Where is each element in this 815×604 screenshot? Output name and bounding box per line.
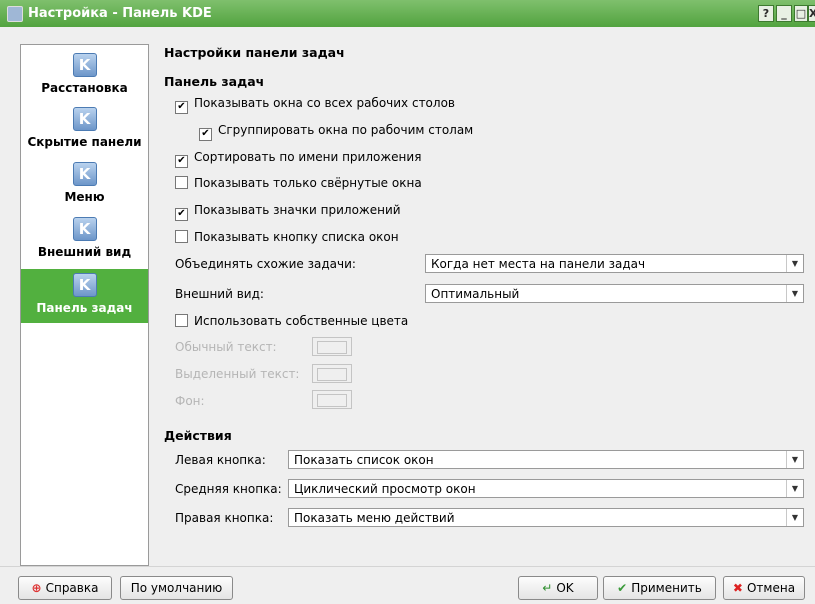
sidebar-item-menu[interactable]: K Меню [21, 162, 148, 212]
footer-divider [0, 566, 815, 567]
cancel-button-label: Отмена [746, 581, 796, 595]
checkbox-box[interactable] [175, 176, 188, 189]
help-button[interactable]: ⊕ Справка [18, 576, 112, 600]
taskbar-section-title: Панель задач [164, 74, 265, 89]
left-button-select[interactable]: Показать список окон ▼ [288, 450, 804, 469]
select-value: Когда нет места на панели задач [431, 257, 646, 271]
chevron-down-icon[interactable]: ▼ [786, 509, 803, 526]
checkbox-box[interactable] [175, 314, 188, 327]
show-app-icons-checkbox[interactable]: ✔ Показывать значки приложений [175, 203, 401, 221]
background-color-label: Фон: [175, 394, 205, 408]
appearance-label: Внешний вид: [175, 287, 264, 301]
chevron-down-icon[interactable]: ▼ [786, 255, 803, 272]
background-color-button [312, 390, 352, 409]
chevron-down-icon[interactable]: ▼ [786, 451, 803, 468]
sidebar-item-taskbar[interactable]: K Панель задач [21, 269, 148, 323]
checkbox-label: Сортировать по имени приложения [194, 150, 422, 164]
kde-icon: K [72, 53, 97, 77]
kde-icon: K [72, 217, 97, 241]
checkbox-label: Показывать значки приложений [194, 203, 401, 217]
right-button-select[interactable]: Показать меню действий ▼ [288, 508, 804, 527]
normal-text-label: Обычный текст: [175, 340, 277, 354]
sidebar-item-label: Внешний вид [37, 245, 132, 259]
page-title: Настройки панели задач [164, 45, 345, 60]
help-title-button[interactable]: ? [758, 5, 774, 22]
left-button-label: Левая кнопка: [175, 453, 266, 467]
defaults-button-label: По умолчанию [130, 581, 223, 595]
sidebar-item-arrangement[interactable]: K Расстановка [21, 53, 148, 103]
kde-icon: K [72, 107, 97, 131]
close-button[interactable]: X [808, 5, 815, 22]
select-value: Показать список окон [294, 453, 434, 467]
checkbox-label: Сгруппировать окна по рабочим столам [218, 123, 474, 137]
group-tasks-label: Объединять схожие задачи: [175, 257, 356, 271]
minimize-button[interactable]: _ [776, 5, 792, 22]
checkbox-check-icon[interactable]: ✔ [175, 155, 188, 168]
all-desktops-checkbox[interactable]: ✔ Показывать окна со всех рабочих столов [175, 96, 455, 114]
checkbox-check-icon[interactable]: ✔ [175, 208, 188, 221]
window-title: Настройка - Панель KDE [28, 6, 212, 21]
sort-by-app-checkbox[interactable]: ✔ Сортировать по имени приложения [175, 150, 421, 168]
select-value: Показать меню действий [294, 511, 455, 525]
right-button-label: Правая кнопка: [175, 511, 274, 525]
checkbox-label: Использовать собственные цвета [194, 314, 409, 328]
apply-button[interactable]: ✔ Применить [603, 576, 716, 600]
checkmark-icon: ✔ [617, 581, 628, 595]
actions-section-title: Действия [164, 428, 232, 443]
sidebar-item-label: Меню [64, 190, 105, 204]
sidebar: K Расстановка K Скрытие панели K Меню K … [20, 44, 149, 566]
cancel-x-icon: ✖ [732, 581, 743, 595]
sidebar-item-appearance[interactable]: K Внешний вид [21, 217, 148, 267]
chevron-down-icon[interactable]: ▼ [786, 285, 803, 302]
select-value: Циклический просмотр окон [294, 482, 476, 496]
middle-button-select[interactable]: Циклический просмотр окон ▼ [288, 479, 804, 498]
kde-icon: K [72, 273, 97, 297]
sidebar-item-label: Скрытие панели [27, 135, 142, 149]
title-bar[interactable]: Настройка - Панель KDE ? _ □ X [0, 0, 815, 27]
cancel-button[interactable]: ✖ Отмена [723, 576, 805, 600]
active-text-label: Выделенный текст: [175, 367, 300, 381]
checkbox-check-icon[interactable]: ✔ [175, 101, 188, 114]
checkbox-check-icon[interactable]: ✔ [199, 128, 212, 141]
minimized-only-checkbox[interactable]: Показывать только свёрнутые окна [175, 176, 422, 190]
app-icon[interactable] [7, 6, 23, 22]
enter-arrow-icon: ↵ [542, 581, 553, 595]
defaults-button[interactable]: По умолчанию [120, 576, 233, 600]
checkbox-label: Показывать только свёрнутые окна [194, 176, 422, 190]
lifebuoy-icon: ⊕ [31, 581, 42, 595]
select-value: Оптимальный [431, 287, 520, 301]
checkbox-label: Показывать окна со всех рабочих столов [194, 96, 455, 110]
appearance-select[interactable]: Оптимальный ▼ [425, 284, 804, 303]
custom-colors-checkbox[interactable]: Использовать собственные цвета [175, 314, 408, 328]
checkbox-label: Показывать кнопку списка окон [194, 230, 399, 244]
checkbox-box[interactable] [175, 230, 188, 243]
apply-button-label: Применить [631, 581, 702, 595]
sidebar-item-label: Расстановка [41, 81, 128, 95]
middle-button-label: Средняя кнопка: [175, 482, 282, 496]
sidebar-item-label: Панель задач [36, 301, 133, 315]
normal-text-color-button [312, 337, 352, 356]
active-text-color-button [312, 364, 352, 383]
maximize-button[interactable]: □ [794, 5, 808, 22]
kde-icon: K [72, 162, 97, 186]
sidebar-item-hiding[interactable]: K Скрытие панели [21, 107, 148, 157]
group-tasks-select[interactable]: Когда нет места на панели задач ▼ [425, 254, 804, 273]
help-button-label: Справка [45, 581, 99, 595]
ok-button[interactable]: ↵ OK [518, 576, 598, 600]
group-by-desktop-checkbox[interactable]: ✔ Сгруппировать окна по рабочим столам [199, 123, 473, 141]
chevron-down-icon[interactable]: ▼ [786, 480, 803, 497]
ok-button-label: OK [556, 581, 574, 595]
window-list-button-checkbox[interactable]: Показывать кнопку списка окон [175, 230, 399, 244]
